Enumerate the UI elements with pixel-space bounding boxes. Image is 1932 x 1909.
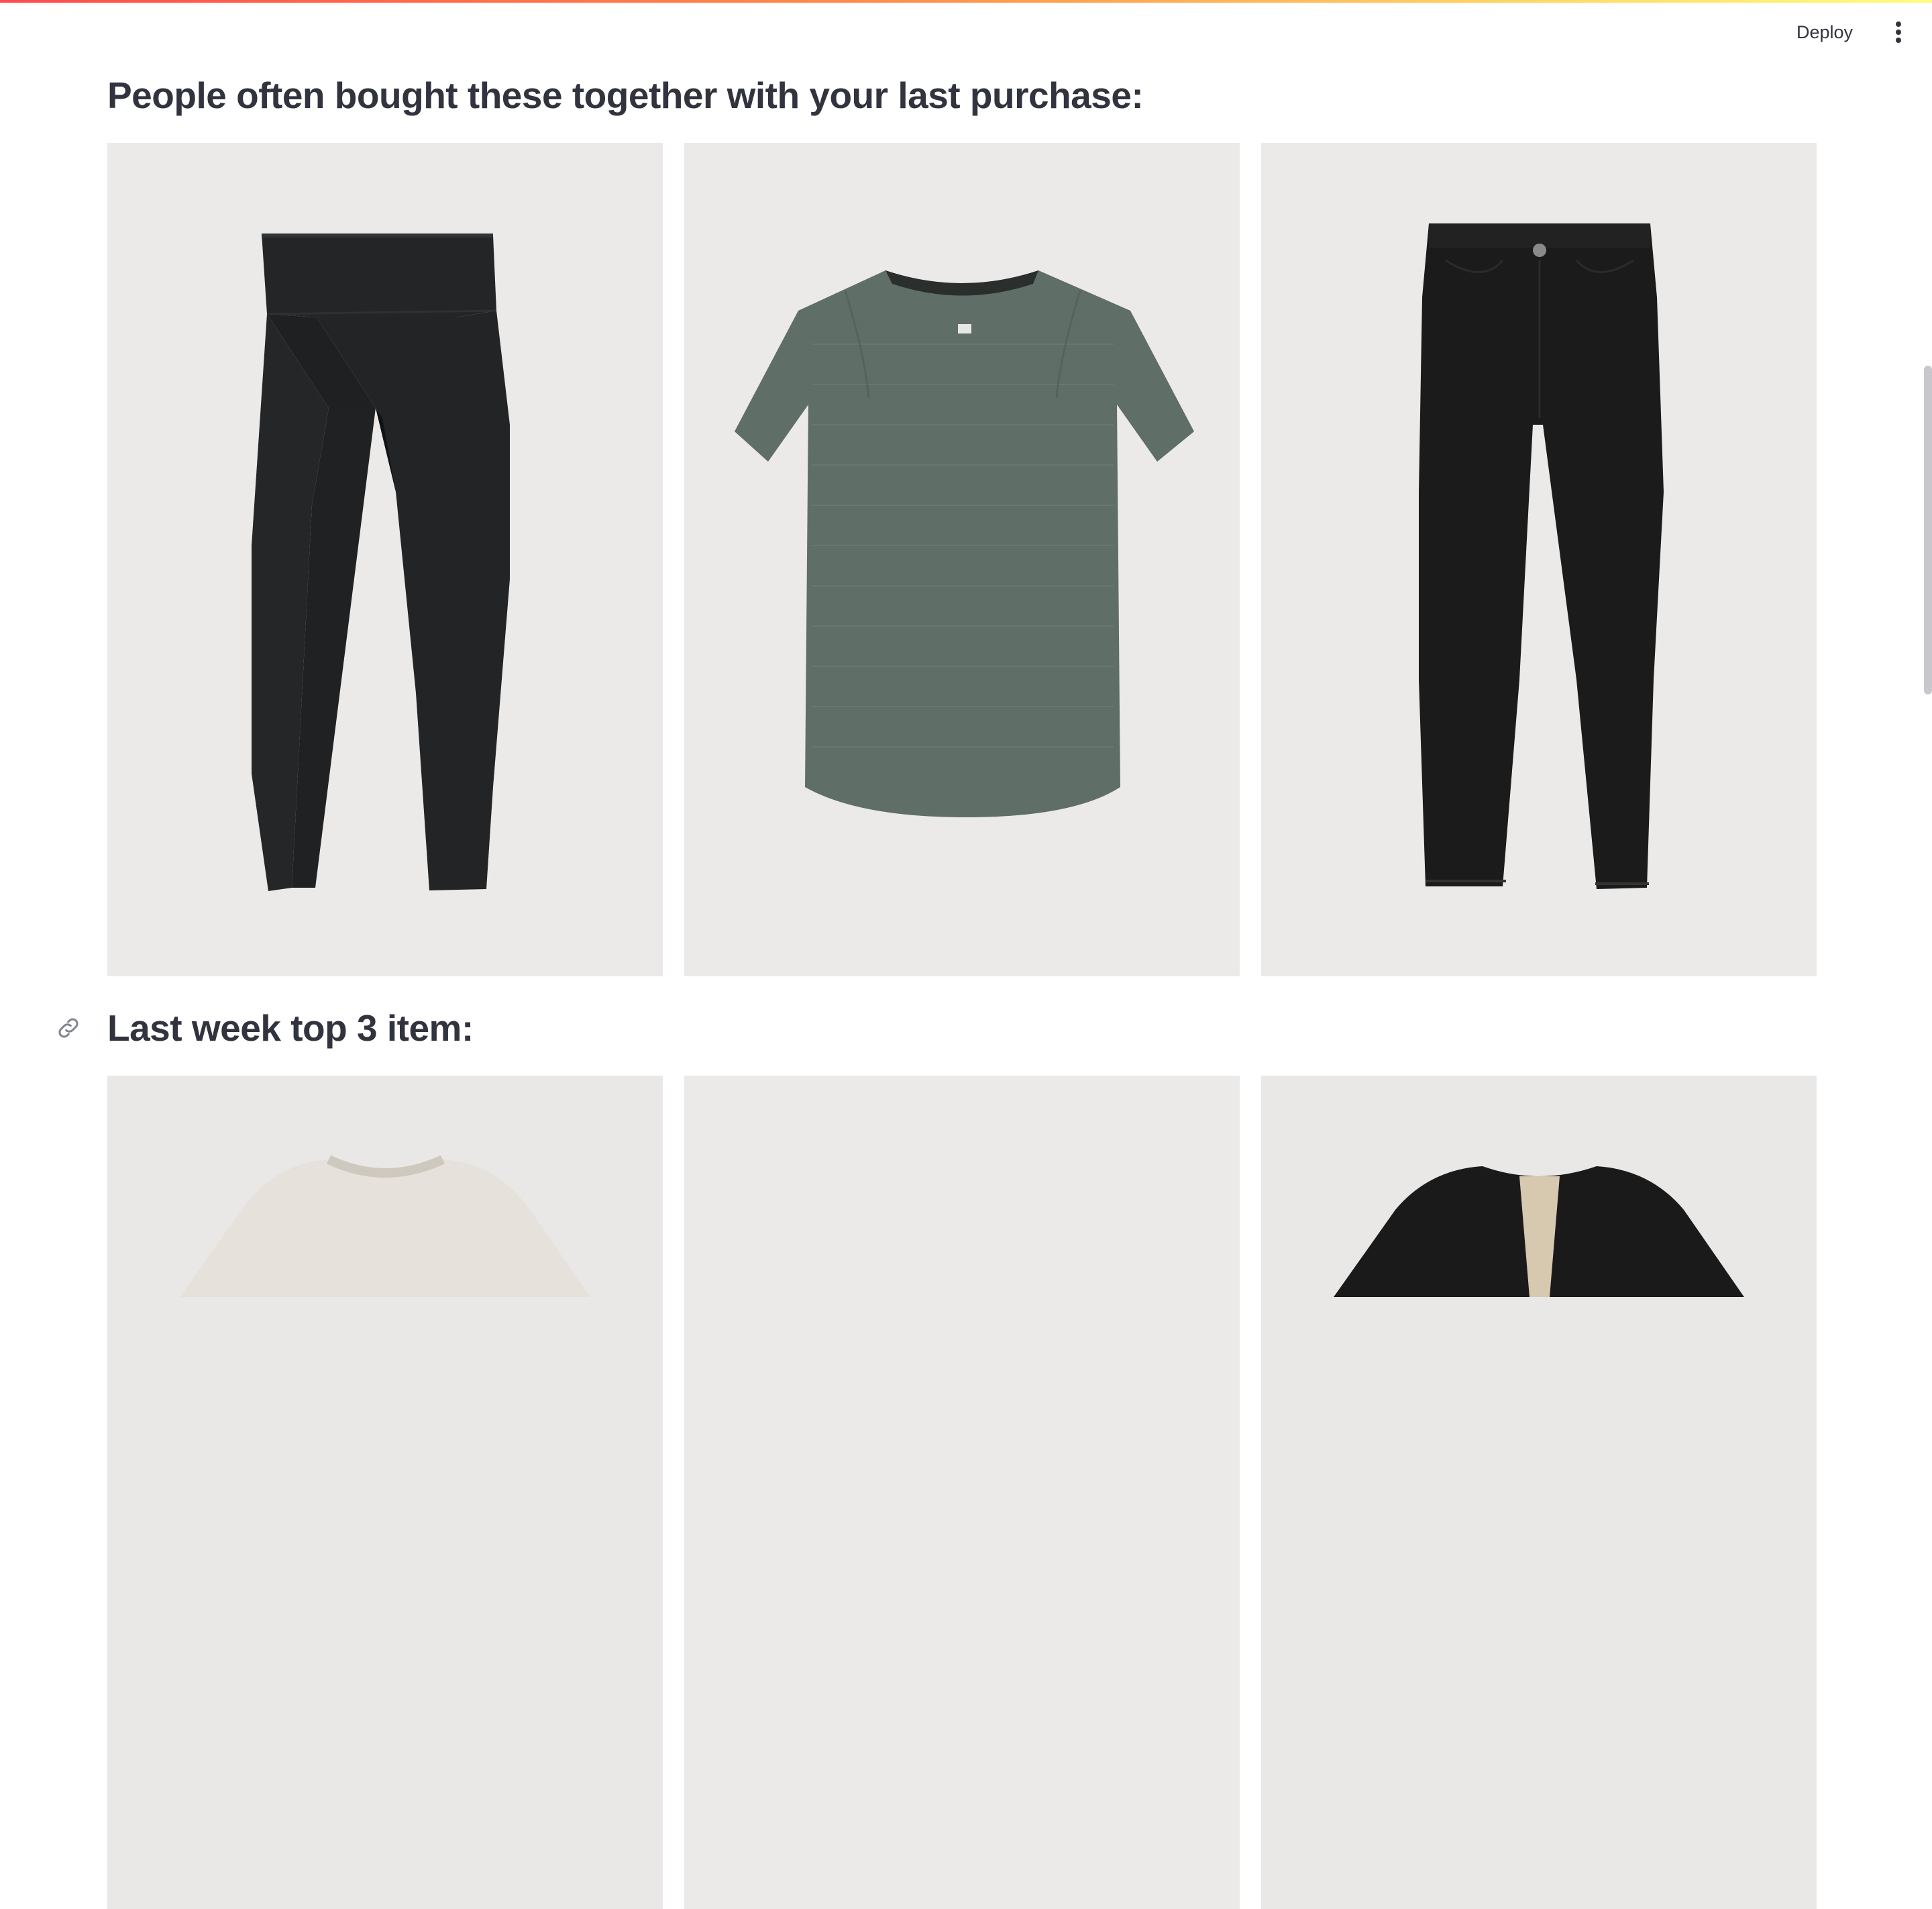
deploy-button[interactable]: Deploy xyxy=(1787,17,1862,48)
black-cardigan-image xyxy=(1261,1076,1817,1909)
bought-together-row xyxy=(107,143,1817,976)
blank-product-image xyxy=(684,1076,1240,1909)
main-menu-button[interactable] xyxy=(1885,16,1912,48)
header-toolbar: Deploy xyxy=(1787,15,1912,50)
bought-together-heading: People often bought these together with … xyxy=(107,74,1144,116)
top-decoration-bar xyxy=(0,0,1932,3)
top-items-heading: Last week top 3 item: xyxy=(107,1007,474,1049)
link-icon[interactable] xyxy=(55,1015,82,1041)
top-items-row xyxy=(107,1076,1817,1909)
vertical-ellipsis-icon xyxy=(1896,21,1901,43)
vertical-scrollbar[interactable] xyxy=(1924,366,1932,694)
green-tshirt-image xyxy=(684,143,1240,976)
cream-sweater-image xyxy=(107,1076,663,1909)
black-leggings-image xyxy=(107,143,663,976)
black-jeans-image xyxy=(1261,143,1817,976)
